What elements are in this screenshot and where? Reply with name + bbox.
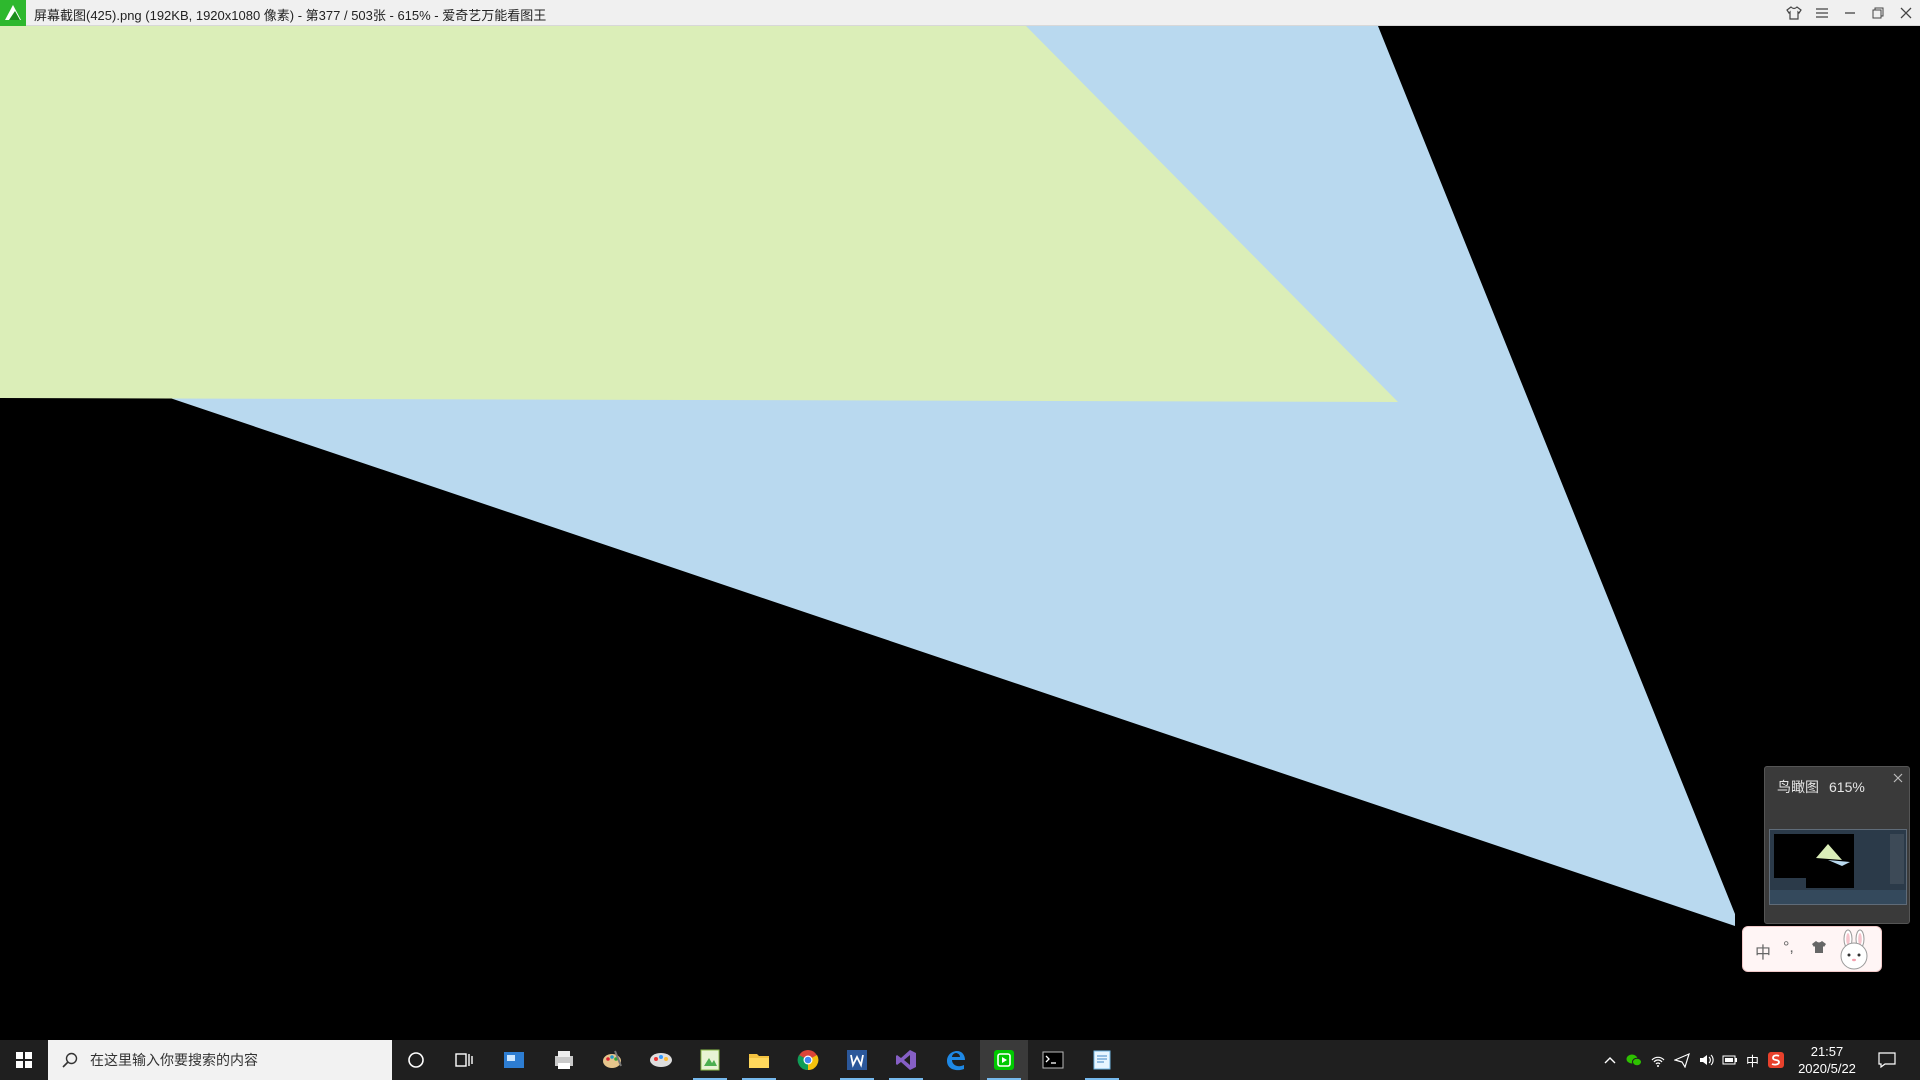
- edge-icon: [947, 1051, 965, 1071]
- navigator-close-button[interactable]: [1891, 771, 1905, 785]
- ime-punct-toggle[interactable]: °,: [1783, 939, 1794, 957]
- paint-icon: [603, 1050, 622, 1068]
- taskbar-chrome[interactable]: [784, 1040, 832, 1080]
- image-canvas[interactable]: [0, 26, 1920, 1040]
- system-tray: 中 21:57 2020/5/22: [1560, 1040, 1920, 1080]
- volume-icon[interactable]: [1698, 1052, 1714, 1068]
- ime-lang-toggle[interactable]: 中: [1755, 939, 1771, 963]
- word-icon: [847, 1050, 867, 1070]
- taskbar-search-box[interactable]: 在这里输入你要搜索的内容: [48, 1040, 392, 1080]
- task-view-button[interactable]: [440, 1040, 488, 1080]
- taskbar-image-viewer[interactable]: [686, 1040, 734, 1080]
- wechat-icon[interactable]: [1626, 1052, 1642, 1068]
- chevron-up-icon[interactable]: [1602, 1052, 1618, 1068]
- taskbar: 在这里输入你要搜索的内容 中 21:57 2020/5/22: [0, 1040, 1920, 1080]
- sogou-ime-icon[interactable]: [1768, 1052, 1784, 1068]
- menu-button[interactable]: [1808, 0, 1836, 26]
- taskbar-clock[interactable]: 21:57 2020/5/22: [1792, 1043, 1862, 1077]
- ime-toolbar[interactable]: 中 °,: [1742, 926, 1882, 972]
- navigator-label: 鸟瞰图: [1777, 779, 1819, 795]
- cortana-icon: [408, 1052, 424, 1068]
- app-printer-icon: [555, 1051, 573, 1069]
- taskbar-word[interactable]: [833, 1040, 881, 1080]
- restore-button[interactable]: [1864, 0, 1892, 26]
- search-placeholder: 在这里输入你要搜索的内容: [90, 1052, 258, 1068]
- cortana-button[interactable]: [392, 1040, 440, 1080]
- taskbar-visual-studio[interactable]: [882, 1040, 930, 1080]
- navigator-preview: [1770, 830, 1906, 904]
- close-button[interactable]: [1892, 0, 1920, 26]
- network-icon[interactable]: [1650, 1052, 1666, 1068]
- clock-time: 21:57: [1810, 1044, 1844, 1059]
- file-explorer-icon: [749, 1054, 769, 1068]
- notification-icon[interactable]: [1878, 1052, 1896, 1069]
- taskbar-edge[interactable]: [931, 1040, 979, 1080]
- skin-button[interactable]: [1780, 0, 1808, 26]
- search-icon: [62, 1052, 78, 1068]
- rabbit-icon[interactable]: [1833, 929, 1875, 971]
- taskbar-app-blue[interactable]: [490, 1040, 538, 1080]
- title-bar: 屏幕截图(425).png (192KB, 1920x1080 像素) - 第3…: [0, 0, 1920, 26]
- app-logo-icon: [0, 0, 26, 26]
- taskbar-notepad[interactable]: [1078, 1040, 1126, 1080]
- app-blue-icon: [504, 1052, 524, 1068]
- taskbar-file-explorer[interactable]: [735, 1040, 783, 1080]
- iqiyi-viewer-icon: [994, 1050, 1014, 1070]
- taskbar-paint[interactable]: [588, 1040, 636, 1080]
- navigator-title: 鸟瞰图 615%: [1777, 777, 1865, 797]
- image-viewer-icon: [700, 1049, 720, 1071]
- birds-eye-navigator[interactable]: 鸟瞰图 615%: [1764, 766, 1910, 924]
- taskbar-terminal[interactable]: [1029, 1040, 1077, 1080]
- battery-icon[interactable]: [1722, 1052, 1738, 1068]
- terminal-icon: [1042, 1051, 1064, 1069]
- send-icon[interactable]: [1673, 1052, 1690, 1069]
- windows-logo-icon: [16, 1052, 32, 1068]
- menu-icon: [1816, 8, 1828, 18]
- visual-studio-icon: [896, 1050, 916, 1070]
- restore-icon: [1872, 7, 1884, 19]
- start-button[interactable]: [0, 1040, 48, 1080]
- taskbar-iqiyi-viewer[interactable]: [980, 1040, 1028, 1080]
- clock-date: 2020/5/22: [1798, 1061, 1856, 1076]
- close-icon: [1893, 773, 1903, 783]
- close-icon: [1900, 7, 1912, 19]
- navigator-thumbnail[interactable]: [1769, 829, 1907, 905]
- app-palette-icon: [650, 1053, 672, 1067]
- minimize-icon: [1845, 12, 1855, 14]
- shirt-icon: [1786, 6, 1802, 20]
- shirt-icon[interactable]: [1811, 940, 1827, 959]
- task-view-icon: [455, 1053, 473, 1067]
- taskbar-app-palette[interactable]: [637, 1040, 685, 1080]
- taskbar-app-printer[interactable]: [540, 1040, 588, 1080]
- navigator-zoom: 615%: [1829, 779, 1865, 795]
- minimize-button[interactable]: [1836, 0, 1864, 26]
- notepad-icon: [1093, 1050, 1111, 1070]
- zoomed-image: [0, 26, 1735, 926]
- tray-ime-lang[interactable]: 中: [1746, 1051, 1759, 1070]
- chrome-icon: [797, 1050, 819, 1071]
- window-title: 屏幕截图(425).png (192KB, 1920x1080 像素) - 第3…: [34, 8, 547, 23]
